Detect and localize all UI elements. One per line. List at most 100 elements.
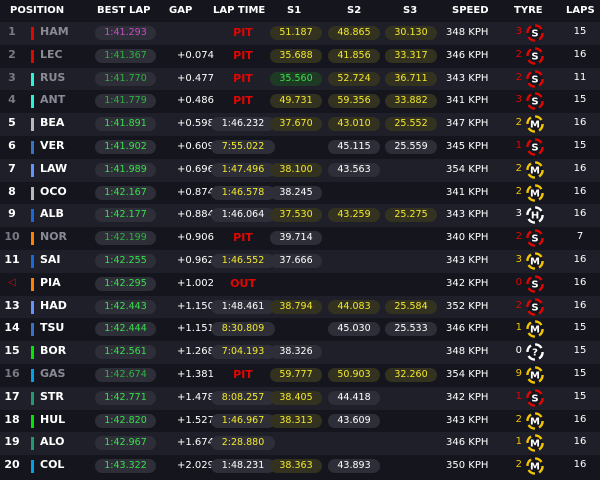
table-row[interactable]: 4 ANT 1:41.779 +0.486 PIT 49.731 59.356 33.882 3…	[0, 90, 600, 113]
team-color-bar	[31, 437, 34, 451]
lap-time: 8:08.257	[211, 390, 275, 405]
lap-status: PIT	[233, 26, 253, 39]
timing-board: POSITION BEST LAP GAP LAP TIME S1 S2 S3 …	[0, 0, 600, 480]
table-row[interactable]: 9 ALB 1:42.177 +0.884 1:46.064 37.530 43.259 25…	[0, 204, 600, 228]
speed-value: 340 KPH	[446, 232, 489, 244]
sector-s1-time: 38.313	[270, 413, 322, 428]
lap-status: PIT	[233, 368, 253, 381]
tyre-age: 1	[515, 322, 522, 334]
table-row[interactable]: 13 HAD 1:42.443 +1.150 1:48.461 38.794 44.083 2…	[0, 295, 600, 319]
gap-value: +0.598	[176, 118, 214, 130]
position-flag-icon: ◁	[8, 276, 16, 288]
team-color-bar	[31, 163, 34, 177]
sector-s2-time: 44.083	[328, 299, 380, 314]
table-row[interactable]: 2 LEC 1:41.367 +0.074 PIT 35.688 41.856 33.317 3…	[0, 45, 600, 68]
lap-status: PIT	[233, 94, 253, 108]
sector-s1-time: 38.100	[270, 162, 322, 177]
gap-value: +0.477	[176, 72, 214, 84]
soft-tyre-icon: S	[526, 388, 544, 407]
sector-s2-time: 43.893	[328, 459, 380, 474]
table-row[interactable]: 6 VER 1:41.902 +0.609 7:55.022 45.115 25.559 34…	[0, 136, 600, 159]
table-row[interactable]: 14 TSU 1:42.444 +1.151 8:30.809 45.030 25.533 3…	[0, 318, 600, 341]
table-row[interactable]: 19 ALO 1:42.967 +1.674 2:28.880 346 KPH 1 M 16	[0, 432, 600, 456]
laps-count: 16	[573, 459, 587, 471]
tyre-age: 3	[515, 94, 522, 106]
team-color-bar	[31, 72, 34, 86]
driver-code: HAM	[40, 25, 69, 38]
laps-count: 16	[573, 48, 587, 60]
sector-s2-time: 59.356	[328, 94, 380, 109]
speed-value: 343 KPH	[446, 72, 489, 84]
driver-code: LAW	[40, 161, 68, 175]
medium-tyre-icon: M	[526, 366, 544, 384]
laps-count: 16	[573, 185, 587, 197]
best-lap-time: 1:42.561	[95, 345, 156, 360]
table-row[interactable]: 20 COL 1:43.322 +2.029 1:48.231 38.363 43.893 3…	[0, 455, 600, 478]
best-lap-time: 1:41.779	[95, 94, 156, 109]
header-best-lap: BEST LAP	[97, 5, 151, 16]
table-row[interactable]: 3 RUS 1:41.770 +0.477 PIT 35.560 52.724 36.711 3…	[0, 67, 600, 91]
team-color-bar	[31, 300, 34, 314]
laps-count: 16	[573, 276, 587, 288]
best-lap-time: 1:42.967	[95, 436, 156, 451]
sector-s1-time: 35.560	[270, 71, 322, 86]
speed-value: 342 KPH	[446, 277, 489, 289]
soft-tyre-icon: S	[526, 229, 544, 247]
sector-s1-time: 38.405	[270, 390, 322, 405]
soft-tyre-icon: S	[526, 46, 544, 65]
position-number: 11	[4, 253, 20, 266]
laps-count: 15	[573, 322, 587, 334]
position-number: 8	[8, 184, 16, 198]
driver-code: RUS	[40, 70, 66, 84]
position-number: 1	[8, 25, 16, 38]
table-row[interactable]: 16 GAS 1:42.674 +1.381 PIT 59.777 50.903 32.260…	[0, 364, 600, 387]
laps-count: 16	[573, 413, 587, 425]
table-row[interactable]: 18 HUL 1:42.820 +1.527 1:46.967 38.313 43.609 3…	[0, 410, 600, 433]
best-lap-time: 1:42.443	[95, 299, 156, 314]
driver-code: BEA	[40, 116, 65, 130]
position-number: 2	[8, 47, 16, 61]
sector-s3-time: 36.711	[385, 71, 437, 86]
table-row[interactable]: 7 LAW 1:41.989 +0.696 1:47.496 38.100 43.563 35…	[0, 158, 600, 182]
gap-value: +2.029	[176, 460, 214, 472]
sector-s3-time: 33.317	[385, 48, 437, 63]
lap-time: 7:04.193	[211, 345, 275, 360]
table-row[interactable]: 10 NOR 1:42.199 +0.906 PIT 39.714 340 KPH 2 S 7	[0, 227, 600, 250]
lap-time: 8:30.809	[211, 322, 275, 337]
driver-code: HAD	[40, 298, 67, 312]
table-row[interactable]: 11 SAI 1:42.255 +0.962 1:46.552 37.666 343 KPH…	[0, 250, 600, 273]
sector-s1-time: 39.714	[270, 231, 322, 246]
table-row[interactable]: 8 OCO 1:42.167 +0.874 1:46.578 38.245 341 KPH 2…	[0, 182, 600, 205]
soft-tyre-icon: S	[526, 92, 544, 111]
best-lap-time: 1:42.167	[95, 185, 156, 200]
soft-tyre-icon: S	[526, 138, 544, 156]
header-s3: S3	[403, 5, 418, 16]
table-row[interactable]: 15 BOR 1:42.561 +1.268 7:04.193 38.326 348 KPH…	[0, 341, 600, 364]
driver-code: NOR	[40, 230, 68, 244]
lap-time: 2:28.880	[211, 436, 275, 451]
medium-tyre-icon: M	[526, 457, 544, 475]
sector-s3-time: 25.559	[385, 140, 437, 154]
sector-s1-time: 49.731	[270, 94, 322, 109]
medium-tyre-icon: M	[526, 411, 544, 430]
gap-value: +1.527	[176, 414, 214, 426]
team-color-bar	[31, 323, 34, 337]
lap-time: 1:46.552	[211, 254, 275, 268]
team-color-bar	[31, 209, 34, 223]
gap-value: +1.002	[176, 277, 214, 289]
team-color-bar	[31, 27, 34, 40]
speed-value: 352 KPH	[446, 300, 489, 312]
gap-value: +1.150	[176, 300, 214, 312]
team-color-bar	[31, 118, 34, 132]
table-row[interactable]: 17 STR 1:42.771 +1.478 8:08.257 38.405 44.418 3…	[0, 386, 600, 410]
table-row[interactable]: 5 BEA 1:41.891 +0.598 1:46.232 37.670 43.010 25…	[0, 113, 600, 136]
sector-s1-time: 38.326	[270, 345, 322, 360]
table-row[interactable]: 1 HAM 1:41.293 PIT 51.187 48.865 30.130 348 KPH…	[0, 22, 600, 45]
tyre-compound: ?	[532, 348, 538, 359]
tyre-compound: M	[530, 439, 540, 450]
speed-value: 341 KPH	[446, 186, 489, 198]
sector-s3-time: 25.584	[385, 299, 437, 314]
position-number: 15	[4, 344, 20, 358]
table-row[interactable]: ◁ PIA 1:42.295 +1.002 OUT 342 KPH 0 S 16	[0, 273, 600, 296]
sector-s1-time: 37.670	[270, 117, 322, 132]
